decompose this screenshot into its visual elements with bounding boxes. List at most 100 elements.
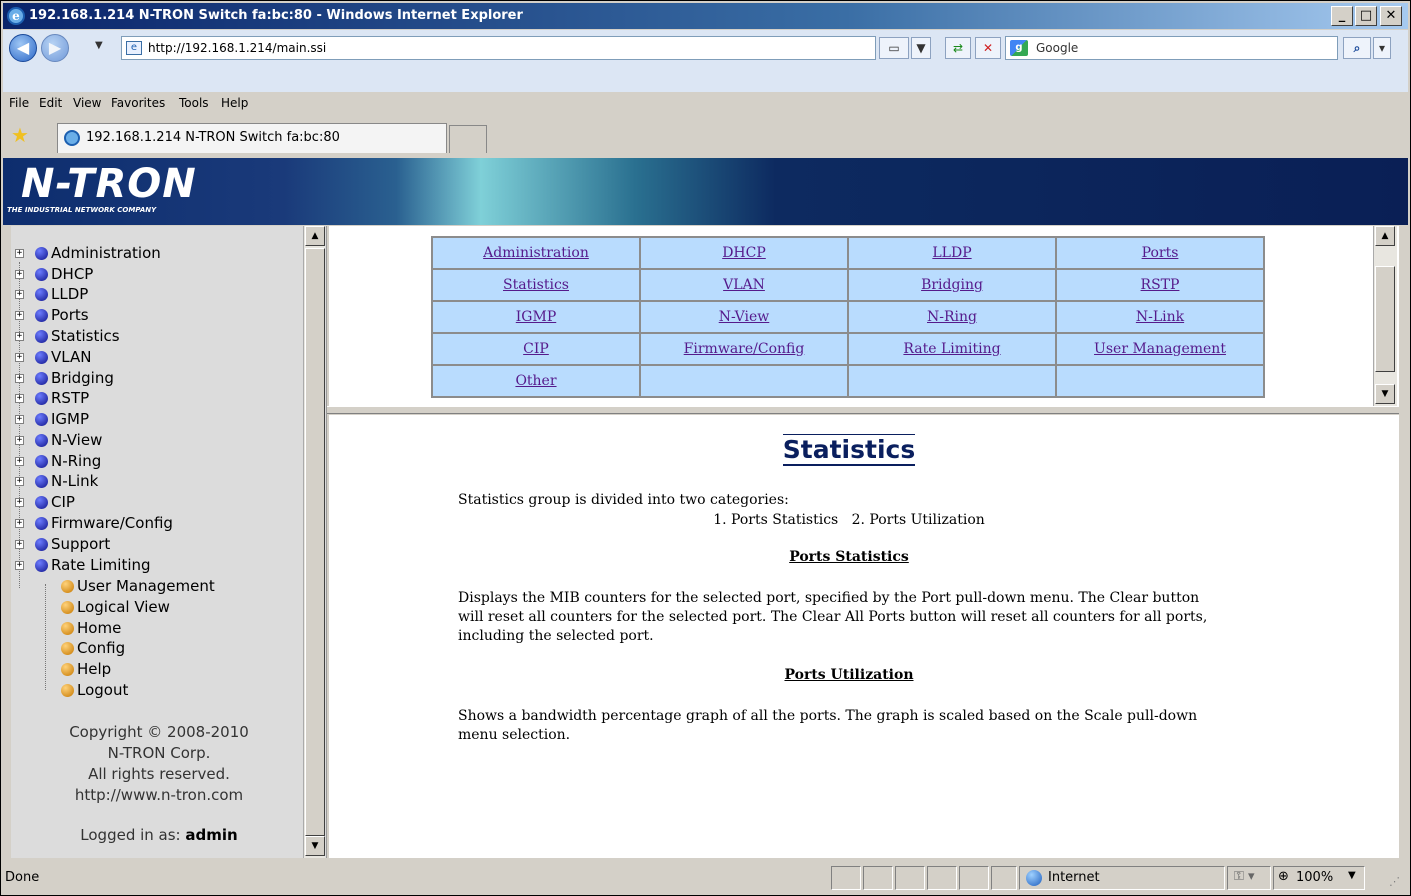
stop-icon[interactable]: ✕ bbox=[975, 37, 1001, 59]
sidebar-link-home[interactable]: Home bbox=[61, 618, 121, 638]
sidebar-link-logout[interactable]: Logout bbox=[61, 680, 128, 700]
tree-connector-line bbox=[45, 584, 46, 690]
link-rstp[interactable]: RSTP bbox=[1141, 277, 1180, 293]
sidebar-item-administration[interactable]: + Administration bbox=[15, 243, 161, 263]
sidebar-item-bridging[interactable]: + Bridging bbox=[15, 368, 114, 388]
link-igmp[interactable]: IGMP bbox=[516, 309, 556, 325]
section-text-ports-statistics: Displays the MIB counters for the select… bbox=[458, 590, 1208, 644]
expand-icon[interactable]: + bbox=[15, 311, 24, 320]
link-statistics[interactable]: Statistics bbox=[503, 277, 569, 293]
scroll-down-button[interactable]: ▼ bbox=[1375, 384, 1395, 404]
sidebar-item-vlan[interactable]: + VLAN bbox=[15, 347, 91, 367]
scroll-up-button[interactable]: ▲ bbox=[1375, 226, 1395, 246]
sidebar-link-logical-view[interactable]: Logical View bbox=[61, 597, 170, 617]
expand-icon[interactable]: + bbox=[15, 457, 24, 466]
minimize-button[interactable]: _ bbox=[1331, 6, 1353, 26]
left-nav-scrollbar[interactable]: ▲ ▼ bbox=[303, 226, 325, 858]
scroll-thumb[interactable] bbox=[305, 248, 325, 836]
expand-icon[interactable]: + bbox=[15, 249, 24, 258]
link-ports[interactable]: Ports bbox=[1142, 245, 1179, 261]
maximize-button[interactable]: □ bbox=[1355, 6, 1377, 26]
link-lldp[interactable]: LLDP bbox=[932, 245, 971, 261]
sidebar-link-user-management[interactable]: User Management bbox=[61, 576, 215, 596]
link-bridging[interactable]: Bridging bbox=[921, 277, 983, 293]
sidebar-item-statistics[interactable]: + Statistics bbox=[15, 326, 120, 346]
sidebar-link-help[interactable]: Help bbox=[61, 659, 111, 679]
page-title: Statistics bbox=[782, 434, 916, 466]
sidebar-item-igmp[interactable]: + IGMP bbox=[15, 409, 89, 429]
link-rate-limiting[interactable]: Rate Limiting bbox=[903, 341, 1000, 357]
link-other[interactable]: Other bbox=[515, 373, 556, 389]
sidebar-item-n-link[interactable]: + N-Link bbox=[15, 471, 98, 491]
link-n-ring[interactable]: N-Ring bbox=[927, 309, 977, 325]
expand-icon[interactable]: + bbox=[15, 477, 24, 486]
compatibility-view-icon[interactable]: ▭ bbox=[879, 37, 909, 59]
menu-favorites[interactable]: Favorites bbox=[111, 96, 165, 110]
expand-icon[interactable]: + bbox=[15, 540, 24, 549]
search-input[interactable]: g Google bbox=[1005, 36, 1338, 60]
frame-divider[interactable] bbox=[327, 406, 1399, 414]
favorites-star-icon[interactable]: ★ bbox=[11, 123, 29, 147]
sidebar-item-n-ring[interactable]: + N-Ring bbox=[15, 451, 101, 471]
sidebar-link-config[interactable]: Config bbox=[61, 638, 125, 658]
grid-cell: N-View bbox=[639, 300, 849, 334]
link-n-link[interactable]: N-Link bbox=[1136, 309, 1184, 325]
sidebar-item-rstp[interactable]: + RSTP bbox=[15, 388, 89, 408]
resize-grip-icon[interactable]: ⋰ bbox=[1389, 875, 1400, 888]
forward-button[interactable]: ▶ bbox=[41, 34, 69, 62]
expand-icon[interactable]: + bbox=[15, 415, 24, 424]
expand-icon[interactable]: + bbox=[15, 436, 24, 445]
security-zone[interactable]: Internet bbox=[1019, 866, 1225, 890]
sidebar-item-lldp[interactable]: + LLDP bbox=[15, 284, 88, 304]
sidebar-item-firmware-config[interactable]: + Firmware/Config bbox=[15, 513, 173, 533]
blue-bullet-icon bbox=[35, 517, 48, 530]
close-window-button[interactable]: ✕ bbox=[1380, 6, 1402, 26]
protected-mode-button[interactable]: ⚿ ▾ bbox=[1227, 866, 1271, 890]
link-firmware-config[interactable]: Firmware/Config bbox=[684, 341, 805, 357]
expand-icon[interactable]: + bbox=[15, 270, 24, 279]
zoom-button[interactable]: ⊕ 100% ▼ bbox=[1273, 866, 1365, 890]
top-frame-scrollbar[interactable]: ▲ ▼ bbox=[1373, 226, 1397, 406]
sidebar-item-cip[interactable]: + CIP bbox=[15, 492, 75, 512]
menu-edit[interactable]: Edit bbox=[39, 96, 62, 110]
back-button[interactable]: ◀ bbox=[9, 34, 37, 62]
page-icon: e bbox=[126, 41, 142, 55]
sidebar-item-support[interactable]: + Support bbox=[15, 534, 110, 554]
recent-pages-dropdown-icon[interactable]: ▼ bbox=[95, 40, 103, 51]
address-dropdown-button[interactable]: ▼ bbox=[911, 37, 931, 59]
sidebar-item-dhcp[interactable]: + DHCP bbox=[15, 264, 93, 284]
menu-file[interactable]: File bbox=[9, 96, 29, 110]
grid-cell: DHCP bbox=[639, 236, 849, 270]
tab-current[interactable]: 192.168.1.214 N-TRON Switch fa:bc:80 bbox=[57, 123, 447, 153]
menu-view[interactable]: View bbox=[73, 96, 101, 110]
expand-icon[interactable]: + bbox=[15, 374, 24, 383]
menu-tools[interactable]: Tools bbox=[179, 96, 209, 110]
new-tab-button[interactable] bbox=[449, 125, 487, 153]
expand-icon[interactable]: + bbox=[15, 332, 24, 341]
sidebar-item-rate-limiting[interactable]: + Rate Limiting bbox=[15, 555, 151, 575]
link-dhcp[interactable]: DHCP bbox=[722, 245, 766, 261]
link-administration[interactable]: Administration bbox=[483, 245, 589, 261]
scroll-up-button[interactable]: ▲ bbox=[305, 226, 325, 246]
refresh-icon[interactable]: ⇄ bbox=[945, 37, 971, 59]
sidebar-item-ports[interactable]: + Ports bbox=[15, 305, 89, 325]
scroll-thumb[interactable] bbox=[1375, 266, 1395, 372]
link-cip[interactable]: CIP bbox=[523, 341, 549, 357]
scroll-down-button[interactable]: ▼ bbox=[305, 836, 325, 856]
link-vlan[interactable]: VLAN bbox=[723, 277, 765, 293]
menu-help[interactable]: Help bbox=[221, 96, 248, 110]
expand-icon[interactable]: + bbox=[15, 290, 24, 299]
status-cell bbox=[863, 866, 893, 890]
expand-icon[interactable]: + bbox=[15, 394, 24, 403]
expand-icon[interactable]: + bbox=[15, 519, 24, 528]
grid-cell: IGMP bbox=[431, 300, 641, 334]
link-user-management[interactable]: User Management bbox=[1094, 341, 1226, 357]
expand-icon[interactable]: + bbox=[15, 561, 24, 570]
expand-icon[interactable]: + bbox=[15, 353, 24, 362]
url-input[interactable]: e http://192.168.1.214/main.ssi bbox=[121, 36, 876, 60]
expand-icon[interactable]: + bbox=[15, 498, 24, 507]
link-n-view[interactable]: N-View bbox=[719, 309, 770, 325]
search-options-dropdown[interactable]: ▾ bbox=[1373, 37, 1391, 59]
search-icon[interactable]: ⌕ bbox=[1343, 37, 1371, 59]
sidebar-item-n-view[interactable]: + N-View bbox=[15, 430, 102, 450]
